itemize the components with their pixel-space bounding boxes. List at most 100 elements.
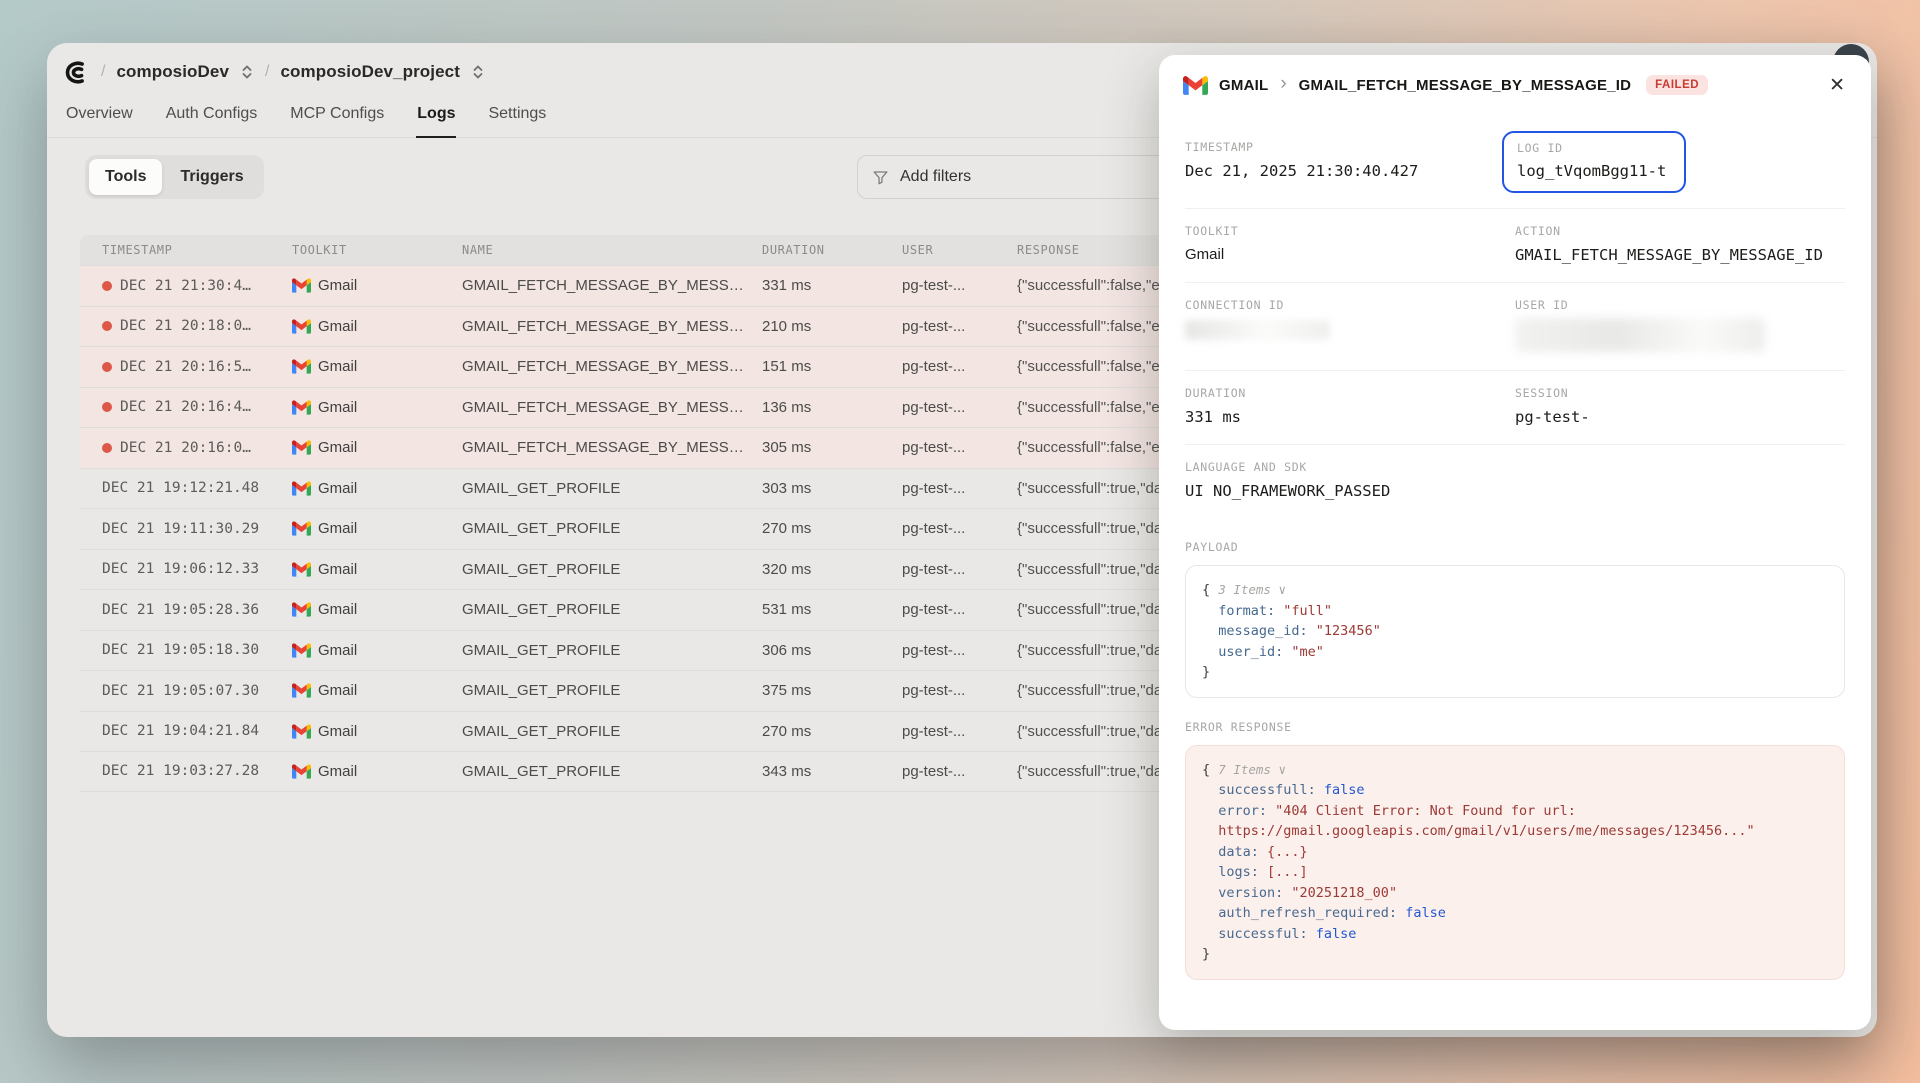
org-select-chevrons-icon[interactable] — [240, 64, 254, 80]
close-icon[interactable]: ✕ — [1829, 76, 1845, 95]
cell-user: pg-test-... — [902, 601, 1017, 618]
project-name[interactable]: composioDev_project — [280, 62, 460, 82]
field-label: LOG ID — [1517, 141, 1666, 155]
code-token: {...} — [1267, 844, 1308, 860]
gmail-icon — [292, 440, 311, 455]
gmail-icon — [292, 481, 311, 496]
gmail-icon — [1183, 76, 1208, 95]
field-label: USER ID — [1515, 298, 1845, 312]
cell-name: GMAIL_FETCH_MESSAGE_BY_MESSAGE_ID — [462, 318, 762, 335]
code-token: version: — [1202, 885, 1291, 901]
cell-timestamp: DEC 21 19:05:07.30 — [102, 683, 292, 699]
cell-duration: 136 ms — [762, 399, 902, 416]
field-user-id: USER ID — [1515, 298, 1845, 352]
tab[interactable]: Settings — [487, 97, 547, 137]
cell-user: pg-test-... — [902, 520, 1017, 537]
field-connection-id: CONNECTION ID — [1185, 298, 1515, 352]
payload-label: PAYLOAD — [1185, 540, 1845, 554]
cell-user: pg-test-... — [902, 682, 1017, 699]
code-token: user_id: — [1202, 644, 1291, 660]
cell-timestamp: DEC 21 21:30:4… — [102, 278, 292, 294]
cell-toolkit: Gmail — [292, 601, 462, 618]
field-duration: DURATION 331 ms — [1185, 386, 1515, 426]
tab[interactable]: Auth Configs — [165, 97, 259, 137]
failed-status-dot — [102, 443, 112, 453]
cell-toolkit: Gmail — [292, 439, 462, 456]
tab[interactable]: Overview — [65, 97, 134, 137]
field-value: GMAIL_FETCH_MESSAGE_BY_MESSAGE_ID — [1515, 246, 1845, 264]
code-token: auth_refresh_required: — [1202, 905, 1405, 921]
cell-duration: 210 ms — [762, 318, 902, 335]
field-log-id: LOG ID log_tVqomBgg11-t — [1515, 140, 1845, 190]
cell-name: GMAIL_GET_PROFILE — [462, 642, 762, 659]
cell-duration: 531 ms — [762, 601, 902, 618]
tab[interactable]: Logs — [416, 97, 456, 138]
log-id-highlight-box[interactable]: LOG ID log_tVqomBgg11-t — [1502, 131, 1686, 193]
segment-tools[interactable]: Tools — [89, 159, 162, 195]
cell-user: pg-test-... — [902, 439, 1017, 456]
gmail-icon — [292, 359, 311, 374]
tab[interactable]: MCP Configs — [289, 97, 385, 137]
add-filters-label: Add filters — [900, 168, 971, 186]
code-token: successfull: — [1202, 782, 1324, 798]
cell-name: GMAIL_GET_PROFILE — [462, 682, 762, 699]
field-action: ACTION GMAIL_FETCH_MESSAGE_BY_MESSAGE_ID — [1515, 224, 1845, 264]
cell-timestamp: DEC 21 19:11:30.29 — [102, 521, 292, 537]
col-timestamp: TIMESTAMP — [102, 243, 292, 257]
cell-duration: 375 ms — [762, 682, 902, 699]
cell-user: pg-test-... — [902, 277, 1017, 294]
code-token: "404 Client Error: Not Found for url: — [1275, 803, 1576, 819]
cell-duration: 320 ms — [762, 561, 902, 578]
cell-name: GMAIL_GET_PROFILE — [462, 561, 762, 578]
redacted-connection-id — [1185, 320, 1330, 340]
cell-duration: 151 ms — [762, 358, 902, 375]
field-label: SESSION — [1515, 386, 1845, 400]
gmail-icon — [292, 278, 311, 293]
error-json-viewer: { 7 Items ∨ successfull: false error: "4… — [1185, 745, 1845, 980]
field-language-sdk: LANGUAGE AND SDK UI NO_FRAMEWORK_PASSED — [1185, 460, 1845, 500]
field-row-connection-user: CONNECTION ID USER ID — [1185, 283, 1845, 371]
field-value: UI NO_FRAMEWORK_PASSED — [1185, 482, 1845, 500]
field-value: 331 ms — [1185, 408, 1515, 426]
cell-toolkit: Gmail — [292, 277, 462, 294]
items-count-expander[interactable]: 3 Items ∨ — [1218, 582, 1286, 597]
cell-toolkit: Gmail — [292, 520, 462, 537]
field-label: ACTION — [1515, 224, 1845, 238]
code-token: { — [1202, 762, 1218, 778]
col-name: NAME — [462, 243, 762, 257]
field-value: log_tVqomBgg11-t — [1517, 162, 1666, 180]
cell-user: pg-test-... — [902, 318, 1017, 335]
field-row-sdk: LANGUAGE AND SDK UI NO_FRAMEWORK_PASSED — [1185, 445, 1845, 518]
project-select-chevrons-icon[interactable] — [471, 64, 485, 80]
cell-toolkit: Gmail — [292, 399, 462, 416]
code-token: } — [1202, 664, 1210, 680]
cell-duration: 270 ms — [762, 520, 902, 537]
payload-json-viewer: { 3 Items ∨ format: "full" message_id: "… — [1185, 565, 1845, 698]
redacted-user-id — [1515, 318, 1765, 352]
error-response-label: ERROR RESPONSE — [1185, 720, 1845, 734]
cell-duration: 270 ms — [762, 723, 902, 740]
payload-section: PAYLOAD { 3 Items ∨ format: "full" messa… — [1185, 540, 1845, 698]
field-timestamp: TIMESTAMP Dec 21, 2025 21:30:40.427 — [1185, 140, 1515, 190]
cell-toolkit: Gmail — [292, 480, 462, 497]
code-token: message_id: — [1202, 623, 1316, 639]
code-token: { — [1202, 582, 1218, 598]
cell-timestamp: DEC 21 19:06:12.33 — [102, 561, 292, 577]
breadcrumb-separator: / — [101, 63, 105, 81]
gmail-icon — [292, 562, 311, 577]
cell-timestamp: DEC 21 20:16:4… — [102, 399, 292, 415]
segment-triggers[interactable]: Triggers — [164, 159, 259, 195]
cell-timestamp: DEC 21 19:05:18.30 — [102, 642, 292, 658]
code-token: successful: — [1202, 926, 1316, 942]
composio-logo-icon — [63, 59, 90, 86]
cell-timestamp: DEC 21 19:05:28.36 — [102, 602, 292, 618]
items-count-expander[interactable]: 7 Items ∨ — [1218, 762, 1286, 777]
cell-timestamp: DEC 21 20:16:0… — [102, 440, 292, 456]
field-label: DURATION — [1185, 386, 1515, 400]
cell-timestamp: DEC 21 19:03:27.28 — [102, 763, 292, 779]
code-token: false — [1405, 905, 1446, 921]
error-response-section: ERROR RESPONSE { 7 Items ∨ successfull: … — [1185, 720, 1845, 980]
status-badge: FAILED — [1646, 75, 1708, 95]
field-toolkit: TOOLKIT Gmail — [1185, 224, 1515, 264]
org-name[interactable]: composioDev — [116, 62, 229, 82]
